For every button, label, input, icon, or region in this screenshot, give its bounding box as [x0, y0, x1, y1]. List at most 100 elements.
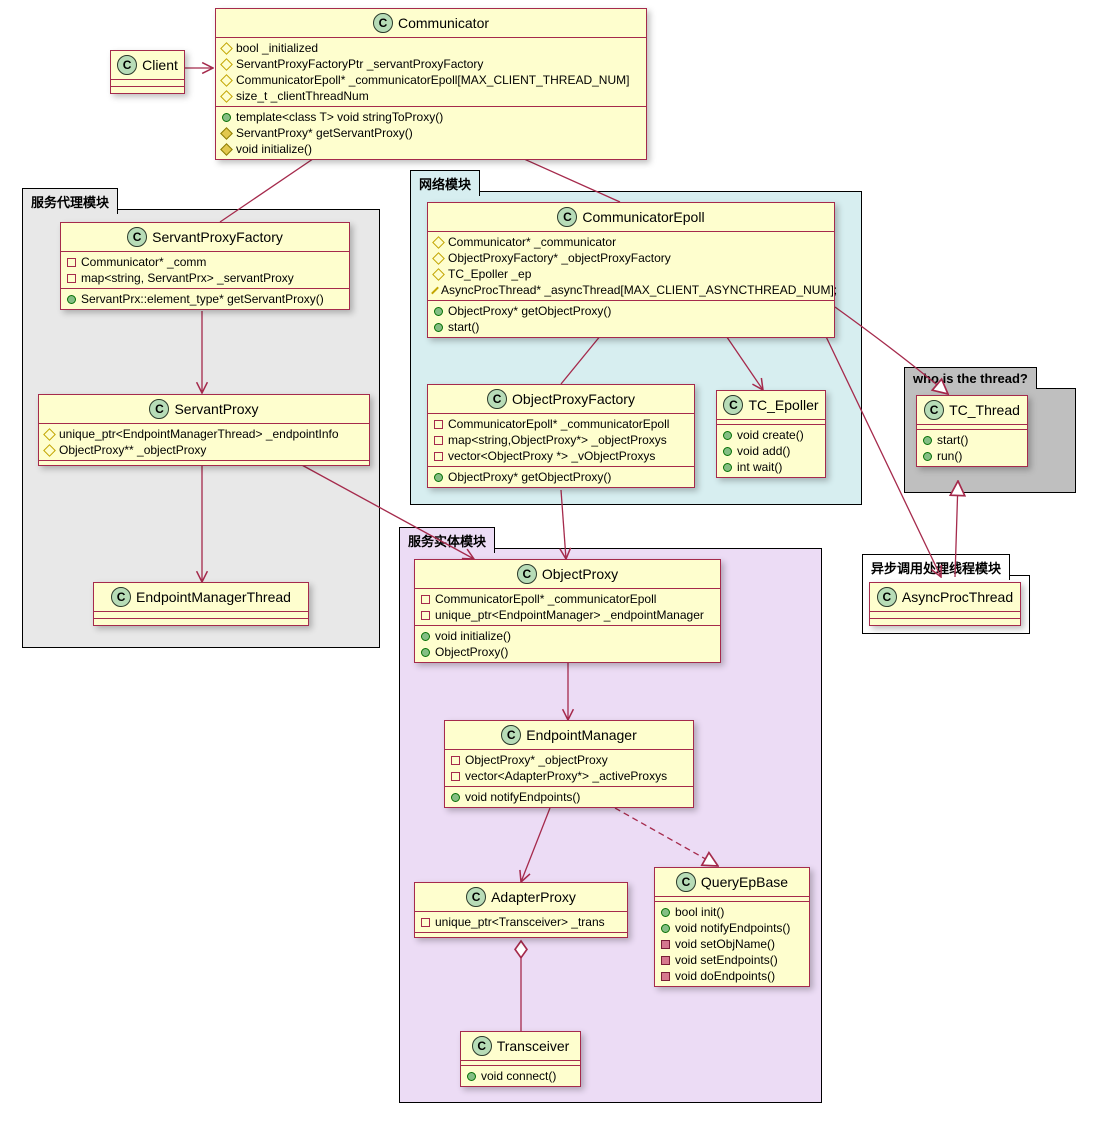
member-row: vector<ObjectProxy *> _vObjectProxys: [434, 448, 688, 464]
package-net-label: 网络模块: [410, 170, 480, 196]
member-row: map<string,ObjectProxy*> _objectProxys: [434, 432, 688, 448]
visibility-icon: [723, 431, 732, 440]
visibility-icon: [434, 323, 443, 332]
member-text: ServantProxyFactoryPtr _servantProxyFact…: [236, 57, 483, 71]
member-text: Communicator* _comm: [81, 255, 206, 269]
class-name: EndpointManagerThread: [136, 589, 291, 605]
class-servantproxy: CServantProxy unique_ptr<EndpointManager…: [38, 394, 370, 466]
visibility-icon: [220, 143, 233, 156]
visibility-icon: [661, 940, 670, 949]
member-row: void initialize(): [421, 628, 714, 644]
visibility-icon: [432, 268, 445, 281]
member-row: AsyncProcThread* _asyncThread[MAX_CLIENT…: [434, 282, 828, 298]
visibility-icon: [723, 463, 732, 472]
member-text: map<string, ServantPrx> _servantProxy: [81, 271, 294, 285]
member-row: int wait(): [723, 459, 819, 475]
member-row: Communicator* _communicator: [434, 234, 828, 250]
member-text: size_t _clientThreadNum: [236, 89, 369, 103]
member-row: CommunicatorEpoll* _communicatorEpoll[MA…: [222, 72, 640, 88]
class-servantproxyfactory: C ServantProxyFactory Communicator* _comm…: [60, 222, 350, 310]
member-text: map<string,ObjectProxy*> _objectProxys: [448, 433, 667, 447]
class-icon: C: [127, 227, 147, 247]
class-name: ServantProxy: [174, 401, 258, 417]
class-icon: C: [501, 725, 521, 745]
class-communicator: CCommunicator bool _initializedServantPr…: [215, 8, 647, 160]
class-icon: C: [466, 887, 486, 907]
class-name: Communicator: [398, 15, 489, 31]
member-text: unique_ptr<EndpointManager> _endpointMan…: [435, 608, 704, 622]
visibility-icon: [661, 908, 670, 917]
package-proxy-label: 服务代理模块: [22, 188, 118, 214]
member-text: start(): [448, 320, 479, 334]
member-text: ObjectProxy* getObjectProxy(): [448, 470, 611, 484]
member-text: void initialize(): [435, 629, 511, 643]
class-endpointmanager: C EndpointManager ObjectProxy* _objectPro…: [444, 720, 694, 808]
class-tcthread: C TC_Thread start() run(): [916, 395, 1028, 467]
class-name: AsyncProcThread: [902, 589, 1013, 605]
member-text: run(): [937, 449, 962, 463]
fields: bool _initializedServantProxyFactoryPtr …: [216, 38, 646, 107]
member-row: start(): [923, 432, 1021, 448]
member-row: void doEndpoints(): [661, 968, 803, 984]
visibility-icon: [923, 452, 932, 461]
member-row: void setEndpoints(): [661, 952, 803, 968]
member-row: void create(): [723, 427, 819, 443]
visibility-icon: [661, 924, 670, 933]
visibility-icon: [67, 274, 76, 283]
class-adapterproxy: C AdapterProxy unique_ptr<Transceiver> _t…: [414, 882, 628, 938]
member-row: ServantProxy* getServantProxy(): [222, 125, 640, 141]
class-queryepbase: CQueryEpBase bool init()void notifyEndpo…: [654, 867, 810, 987]
class-client: C Client: [110, 50, 185, 94]
visibility-icon: [67, 258, 76, 267]
member-text: start(): [937, 433, 968, 447]
member-row: ObjectProxy* _objectProxy: [451, 752, 687, 768]
package-async-label: 异步调用处理线程模块: [862, 554, 1010, 580]
class-icon: C: [111, 587, 131, 607]
member-text: vector<ObjectProxy *> _vObjectProxys: [448, 449, 655, 463]
visibility-icon: [421, 918, 430, 927]
methods: template<class T> void stringToProxy()Se…: [216, 107, 646, 159]
visibility-icon: [220, 127, 233, 140]
class-endpointmanagerthread: C EndpointManagerThread: [93, 582, 309, 626]
member-text: void notifyEndpoints(): [465, 790, 580, 804]
member-text: ObjectProxy** _objectProxy: [59, 443, 206, 457]
class-icon: C: [149, 399, 169, 419]
member-row: void add(): [723, 443, 819, 459]
visibility-icon: [723, 447, 732, 456]
member-row: unique_ptr<EndpointManager> _endpointMan…: [421, 607, 714, 623]
visibility-icon: [220, 42, 233, 55]
class-name: EndpointManager: [526, 727, 637, 743]
visibility-icon: [432, 252, 445, 265]
member-text: void connect(): [481, 1069, 556, 1083]
member-text: bool init(): [675, 905, 724, 919]
class-name: QueryEpBase: [701, 874, 788, 890]
class-name: AdapterProxy: [491, 889, 576, 905]
member-row: void setObjName(): [661, 936, 803, 952]
member-text: TC_Epoller _ep: [448, 267, 531, 281]
class-name: TC_Thread: [949, 402, 1020, 418]
member-text: ObjectProxy* _objectProxy: [465, 753, 608, 767]
member-row: ObjectProxy* getObjectProxy(): [434, 469, 688, 485]
member-text: ServantPrx::element_type* getServantProx…: [81, 292, 324, 306]
member-row: unique_ptr<Transceiver> _trans: [421, 914, 621, 930]
visibility-icon: [421, 632, 430, 641]
member-text: ObjectProxy(): [435, 645, 508, 659]
class-icon: C: [924, 400, 944, 420]
member-row: CommunicatorEpoll* _communicatorEpoll: [434, 416, 688, 432]
member-text: unique_ptr<Transceiver> _trans: [435, 915, 605, 929]
member-text: int wait(): [737, 460, 782, 474]
class-name: ServantProxyFactory: [152, 229, 283, 245]
package-entity-label: 服务实体模块: [399, 527, 495, 553]
class-client-name: Client: [142, 57, 178, 73]
class-communicatorepoll: CCommunicatorEpoll Communicator* _commun…: [427, 202, 835, 338]
class-name: ObjectProxy: [542, 566, 618, 582]
member-row: size_t _clientThreadNum: [222, 88, 640, 104]
member-row: ObjectProxy(): [421, 644, 714, 660]
member-text: ObjectProxyFactory* _objectProxyFactory: [448, 251, 671, 265]
member-text: vector<AdapterProxy*> _activeProxys: [465, 769, 667, 783]
member-row: ServantPrx::element_type* getServantProx…: [67, 291, 343, 307]
member-row: start(): [434, 319, 828, 335]
class-icon: C: [117, 55, 137, 75]
member-row: ObjectProxy** _objectProxy: [45, 442, 363, 458]
member-row: run(): [923, 448, 1021, 464]
